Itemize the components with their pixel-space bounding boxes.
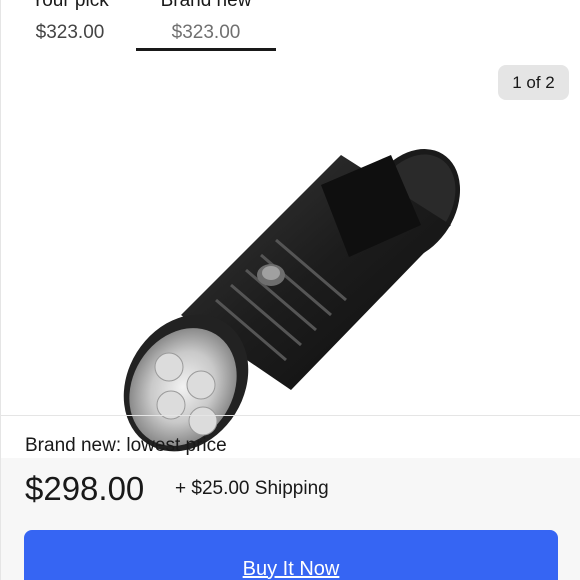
flashlight-image [123,149,461,452]
tab-brand-new-price: $323.00 [171,22,241,43]
tab-your-pick[interactable]: Your pick $323.00 [25,0,115,45]
tab-your-pick-label: Your pick [31,0,109,11]
app-frame: Your pick $323.00 Brand new $323.00 1 of… [0,0,580,580]
tab-your-pick-price: $323.00 [35,22,105,43]
tab-brand-new[interactable]: Brand new $323.00 [136,0,276,45]
selected-tab-indicator [136,48,276,51]
tab-brand-new-label: Brand new [160,0,252,11]
image-counter: 1 of 2 [498,65,569,100]
offer-title: Brand new: lowest price [25,435,227,456]
product-image-gallery[interactable] [1,55,580,452]
offer-price: $298.00 [25,470,145,507]
shipping-cost: + $25.00 Shipping [175,478,329,499]
divider [1,415,580,416]
buy-it-now-button[interactable]: Buy It Now [24,530,558,580]
